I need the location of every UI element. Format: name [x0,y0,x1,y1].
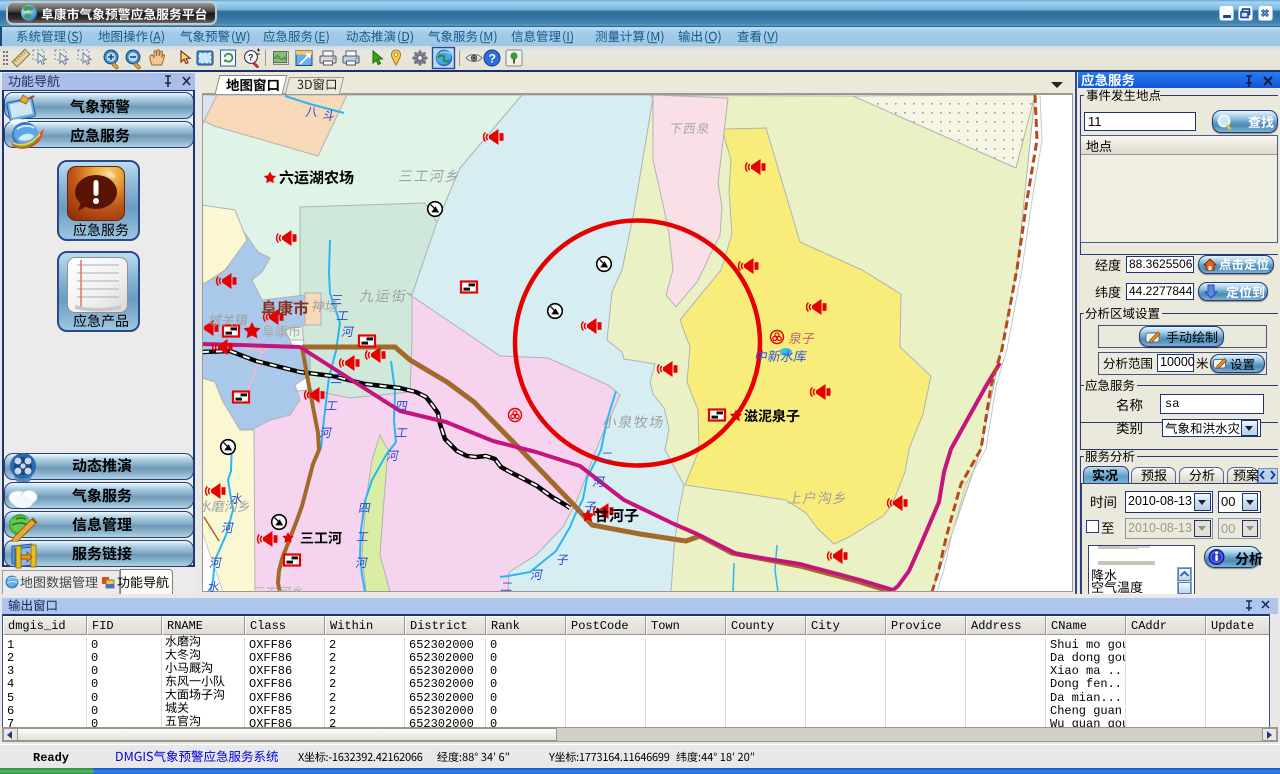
svg-text:?: ? [248,53,254,63]
svg-text:?: ? [489,51,496,65]
